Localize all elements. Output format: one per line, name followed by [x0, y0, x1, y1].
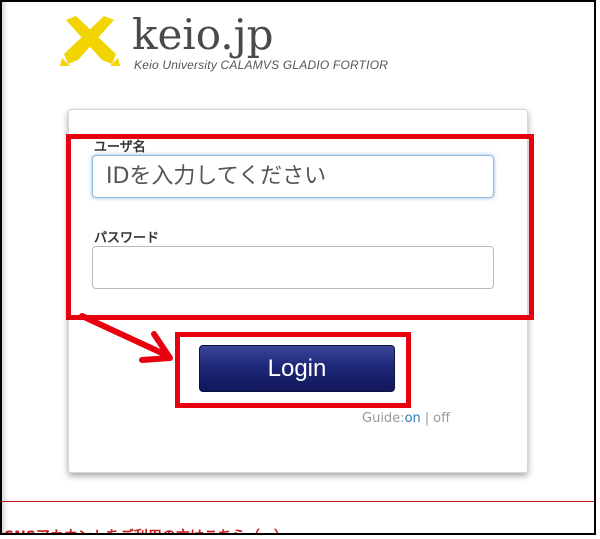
password-label: パスワード	[94, 231, 160, 246]
left-edge-shadow	[2, 2, 8, 533]
guide-prefix: Guide:	[362, 411, 405, 426]
guide-on-link[interactable]: on	[405, 411, 421, 426]
password-input[interactable]	[92, 246, 494, 289]
login-button[interactable]: Login	[199, 345, 395, 392]
sns-login-link[interactable]: SNSアカウントをご利用の方はこちら（…）	[4, 526, 288, 533]
username-label: ユーザ名	[94, 140, 146, 155]
guide-toggle: Guide:on | off	[362, 411, 450, 426]
guide-off-link[interactable]: off	[433, 411, 450, 426]
site-subtitle: Keio University CALAMVS GLADIO FORTIOR	[134, 58, 389, 72]
guide-separator: |	[424, 411, 430, 426]
username-input[interactable]	[92, 155, 494, 198]
site-title: keio.jp	[132, 10, 274, 59]
screenshot-frame: keio.jp Keio University CALAMVS GLADIO F…	[0, 0, 596, 535]
crossed-pens-icon	[60, 16, 120, 66]
footer-divider	[2, 501, 594, 502]
